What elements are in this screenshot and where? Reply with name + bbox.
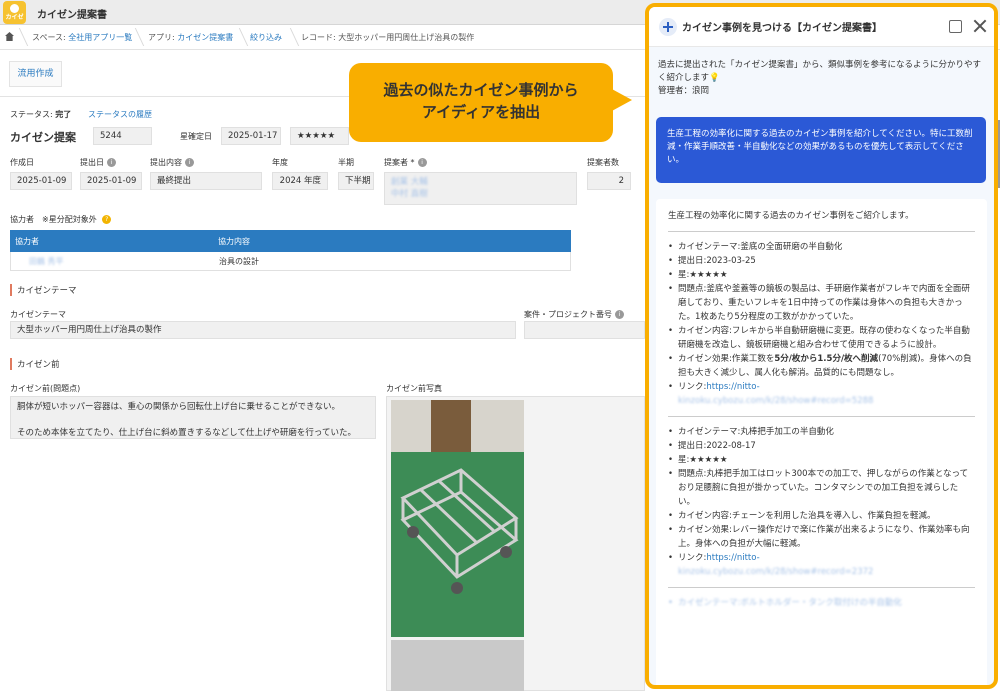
close-icon[interactable] [973, 19, 987, 33]
case-link[interactable]: https://nitto- [706, 382, 759, 392]
info-icon[interactable]: i [107, 158, 116, 167]
list-item: カイゼンテーマ:釜底の全面研磨の半自動化 [668, 240, 975, 254]
list-item: カイゼン効果:作業工数を5分/枚から1.5分/枚へ削減(70%削減)。身体への負… [668, 352, 975, 380]
stars-date: 2025-01-17 [221, 127, 281, 145]
callout: 過去の似たカイゼン事例から アイディアを抽出 [349, 63, 613, 142]
stars: ★★★★★ [290, 127, 349, 145]
list-item: リンク:https://nitto-kinzoku.cybozu.com/k/2… [668, 551, 975, 579]
expand-icon[interactable] [949, 20, 962, 33]
photo-label: カイゼン前写真 [386, 384, 442, 393]
panel-title: カイゼン事例を見つける【カイゼン提案書】 [682, 23, 882, 34]
list-item: 問題点:丸棒把手加工はロット300本での加工で、押しながらの作業となっており足腰… [668, 467, 975, 509]
count-label: 提案者数 [587, 158, 619, 167]
case-list: カイゼンテーマ:丸棒把手加工の半自動化 提出日:2022-08-17 星:★★★… [668, 425, 975, 579]
theme-value: 大型ホッパー用円周仕上げ治具の製作 [10, 321, 516, 339]
project-value [524, 321, 645, 339]
record-id: 5244 [93, 127, 152, 145]
list-item: リンク:https://nitto-kinzoku.cybozu.com/k/2… [668, 380, 975, 408]
record-title: カイゼン提案 [10, 131, 76, 144]
answer-bubble: 生産工程の効率化に関する過去のカイゼン事例をご紹介します。 カイゼンテーマ:釜底… [656, 199, 987, 685]
content-value: 最終提出 [150, 172, 262, 190]
answer-intro: 生産工程の効率化に関する過去のカイゼン事例をご紹介します。 [668, 211, 914, 221]
list-item: 星:★★★★★ [668, 268, 975, 282]
created-value: 2025-01-09 [10, 172, 72, 190]
app-logo-icon[interactable]: カイゼン [3, 1, 26, 55]
list-item: カイゼン効果:レバー操作だけで楽に作業が出来るようになり、作業効率も向上。身体へ… [668, 523, 975, 551]
case-link[interactable]: https://nitto- [706, 553, 759, 563]
info-icon[interactable]: i [185, 158, 194, 167]
year-value: 2024 年度 [272, 172, 328, 190]
list-item: カイゼンテーマ:丸棒把手加工の半自動化 [668, 425, 975, 439]
panel-header: カイゼン事例を見つける【カイゼン提案書】 [649, 7, 994, 47]
panel-intro: 過去に提出された「カイゼン提案書」から、類似事例を参考になるように分かりやすく紹… [658, 60, 982, 96]
breadcrumb-space[interactable]: スペース: 全社用アプリ一覧 [32, 32, 132, 43]
problem-label: カイゼン前(問題点) [10, 384, 81, 393]
info-icon[interactable]: i [417, 158, 427, 167]
before-photo-2[interactable] [391, 640, 524, 691]
submitted-value: 2025-01-09 [80, 172, 142, 190]
app-title: カイゼン提案書 [37, 10, 107, 21]
project-label: 案件・プロジェクト番号 i [524, 309, 624, 320]
table-row: 田鶴 秀平 治具の設計 [10, 252, 571, 271]
breadcrumb-record: レコード: 大型ホッパー用円周仕上げ治具の製作 [301, 33, 475, 42]
before-section: カイゼン前 [10, 358, 60, 370]
breadcrumb-filter[interactable]: 絞り込み [250, 32, 282, 43]
collaborator-label: 協力者 ※星分配対象外 ? [10, 214, 112, 225]
content-label: 提出内容 i [150, 157, 194, 168]
theme-label: カイゼンテーマ [10, 310, 66, 319]
info-icon[interactable]: i [615, 310, 624, 319]
plus-icon[interactable] [659, 18, 677, 36]
stars-date-label: 星確定日 [180, 132, 212, 141]
half-value: 下半期 [338, 172, 374, 190]
ai-panel: カイゼン事例を見つける【カイゼン提案書】 過去に提出された「カイゼン提案書」から… [645, 3, 998, 689]
query-bubble: 生産工程の効率化に関する過去のカイゼン事例を紹介してください。特に工数削減・作業… [656, 117, 986, 183]
proposer-label: 提案者 * i [384, 157, 427, 168]
list-item: 提出日:2023-03-25 [668, 254, 975, 268]
year-label: 年度 [272, 158, 288, 167]
before-photo[interactable] [391, 400, 524, 637]
status-history-link[interactable]: ステータスの履歴 [88, 109, 152, 120]
list-item: 提出日:2022-08-17 [668, 439, 975, 453]
collaborator-table-header: 協力者 協力内容 [10, 230, 571, 252]
count-value: 2 [587, 172, 631, 190]
proposer-value: 創業 大輔 中村 直樹 [384, 172, 577, 205]
reuse-button[interactable]: 流用作成 [9, 61, 62, 87]
list-item: 星:★★★★★ [668, 453, 975, 467]
breadcrumb-app[interactable]: アプリ: カイゼン提案書 [148, 32, 233, 43]
created-label: 作成日 [10, 158, 34, 167]
help-icon[interactable]: ? [102, 215, 112, 224]
status: ステータス: 完了 [10, 110, 72, 119]
callout-tail [610, 88, 632, 112]
theme-section: カイゼンテーマ [10, 284, 77, 296]
list-item: 問題点:釜底や釜蓋等の鏡板の製品は、手研磨作業者がフレキで内面を全面研磨しており… [668, 282, 975, 324]
half-label: 半期 [338, 158, 354, 167]
submitted-label: 提出日 i [80, 157, 116, 168]
case-list: カイゼンテーマ:釜底の全面研磨の半自動化 提出日:2023-03-25 星:★★… [668, 240, 975, 408]
list-item: カイゼン内容:フレキから半自動研磨機に変更。既存の使わなくなった半自動研磨機を改… [668, 324, 975, 352]
list-item: カイゼン内容:チェーンを利用した治具を導入し、作業負担を軽減。 [668, 509, 975, 523]
problem-value: 胴体が短いホッパー容器は、重心の関係から回転仕上げ台に乗せることができない。 その… [10, 396, 376, 439]
list-item: カイゼンテーマ:ボルトホルダー・タンク取付けの半自動化 [668, 596, 975, 610]
